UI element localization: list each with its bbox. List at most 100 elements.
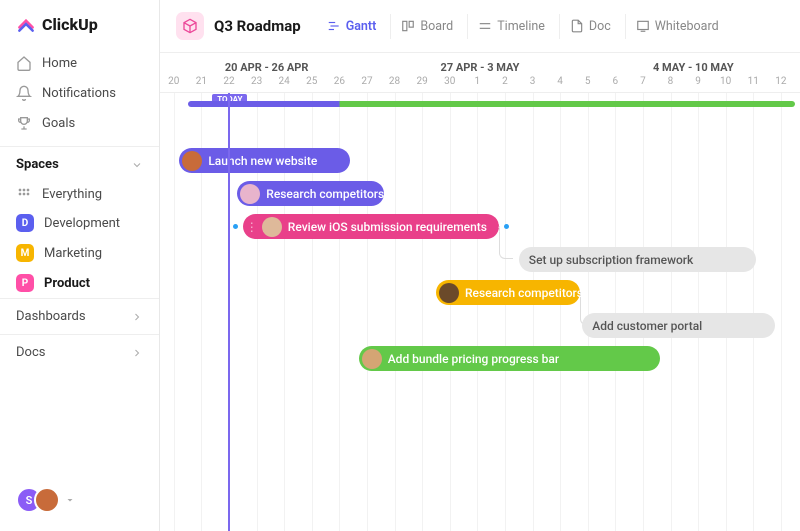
week-label: 4 MAY - 10 MAY bbox=[587, 53, 800, 76]
spaces-header[interactable]: Spaces bbox=[0, 146, 159, 180]
day-label: 8 bbox=[657, 76, 685, 92]
user-avatars[interactable]: S bbox=[0, 487, 159, 531]
brand: ClickUp bbox=[0, 0, 159, 44]
page-title: Q3 Roadmap bbox=[214, 17, 301, 35]
cube-icon bbox=[176, 12, 204, 40]
task-label: Add customer portal bbox=[592, 319, 702, 333]
doc-icon bbox=[570, 19, 584, 33]
dependency-dot[interactable] bbox=[233, 224, 238, 229]
nav-notifications-label: Notifications bbox=[42, 86, 116, 101]
home-icon bbox=[16, 55, 32, 71]
spaces-header-label: Spaces bbox=[16, 157, 59, 172]
avatar[interactable] bbox=[34, 487, 60, 513]
today-line bbox=[228, 93, 230, 531]
task-bar[interactable]: Add customer portal bbox=[582, 313, 775, 338]
nav-goals-label: Goals bbox=[42, 116, 75, 131]
day-label: 6 bbox=[602, 76, 630, 92]
space-marketing[interactable]: M Marketing bbox=[0, 238, 159, 268]
task-label: Launch new website bbox=[208, 154, 317, 168]
task-label: Review iOS submission requirements bbox=[288, 220, 487, 234]
space-label: Development bbox=[44, 216, 120, 231]
chevron-down-icon bbox=[131, 159, 143, 171]
space-label: Marketing bbox=[44, 246, 102, 261]
nav-docs[interactable]: Docs bbox=[0, 334, 159, 370]
day-label: 1 bbox=[464, 76, 492, 92]
nav-home-label: Home bbox=[42, 56, 77, 71]
task-bar[interactable]: Research competitors bbox=[436, 280, 580, 305]
assignee-avatar bbox=[182, 151, 202, 171]
space-product[interactable]: P Product bbox=[0, 268, 159, 298]
task-label: Research competitors bbox=[465, 286, 583, 300]
nav-goals[interactable]: Goals bbox=[0, 108, 159, 138]
board-icon bbox=[401, 19, 415, 33]
assignee-avatar bbox=[240, 184, 260, 204]
day-label: 12 bbox=[767, 76, 795, 92]
day-label: 2 bbox=[491, 76, 519, 92]
tab-board[interactable]: Board bbox=[390, 14, 463, 39]
space-label: Product bbox=[44, 276, 90, 291]
brand-name: ClickUp bbox=[42, 15, 98, 34]
day-label: 10 bbox=[712, 76, 740, 92]
nav-notifications[interactable]: Notifications bbox=[0, 78, 159, 108]
day-label: 30 bbox=[436, 76, 464, 92]
task-label: Add bundle pricing progress bar bbox=[388, 352, 559, 366]
timeline-icon bbox=[478, 19, 492, 33]
day-label: 3 bbox=[519, 76, 547, 92]
caret-down-icon[interactable] bbox=[64, 494, 76, 506]
task-label: Research competitors bbox=[266, 187, 384, 201]
task-bar[interactable]: ⋮⋮ Review iOS submission requirements ⋮⋮ bbox=[243, 214, 500, 239]
space-development[interactable]: D Development bbox=[0, 208, 159, 238]
space-everything-label: Everything bbox=[42, 187, 102, 202]
nav-dashboards-label: Dashboards bbox=[16, 309, 86, 324]
day-label: 9 bbox=[684, 76, 712, 92]
task-bar[interactable]: Research competitors bbox=[237, 181, 383, 206]
day-label: 5 bbox=[574, 76, 602, 92]
gantt-chart[interactable]: Launch new website Research competitors ⋮⋮… bbox=[160, 93, 800, 531]
day-label: 22 bbox=[215, 76, 243, 92]
day-label: 20 bbox=[160, 76, 188, 92]
gantt-icon bbox=[327, 19, 341, 33]
day-label: 24 bbox=[270, 76, 298, 92]
whiteboard-icon bbox=[636, 19, 650, 33]
drag-grip-icon[interactable]: ⋮⋮ bbox=[493, 220, 503, 234]
day-label: 26 bbox=[326, 76, 354, 92]
day-label: 27 bbox=[353, 76, 381, 92]
tab-gantt[interactable]: Gantt bbox=[317, 14, 387, 39]
task-label: Set up subscription framework bbox=[529, 253, 694, 267]
chevron-right-icon bbox=[131, 311, 143, 323]
day-label: 21 bbox=[188, 76, 216, 92]
day-label: 11 bbox=[739, 76, 767, 92]
tab-timeline[interactable]: Timeline bbox=[467, 14, 555, 39]
bell-icon bbox=[16, 85, 32, 101]
clickup-logo-icon bbox=[16, 14, 36, 34]
nav-docs-label: Docs bbox=[16, 345, 45, 360]
task-bar[interactable]: Launch new website bbox=[179, 148, 350, 173]
drag-grip-icon[interactable]: ⋮⋮ bbox=[246, 220, 256, 234]
day-label: 23 bbox=[243, 76, 271, 92]
week-label: 27 APR - 3 MAY bbox=[373, 53, 586, 76]
grid-icon bbox=[16, 186, 32, 202]
timeline-header: 20 APR - 26 APR27 APR - 3 MAY4 MAY - 10 … bbox=[160, 53, 800, 93]
task-bar[interactable]: Add bundle pricing progress bar bbox=[359, 346, 660, 371]
day-label: 28 bbox=[381, 76, 409, 92]
space-everything[interactable]: Everything bbox=[0, 180, 159, 208]
space-badge: D bbox=[16, 214, 34, 232]
day-label: 7 bbox=[629, 76, 657, 92]
chevron-right-icon bbox=[131, 347, 143, 359]
tab-whiteboard[interactable]: Whiteboard bbox=[625, 14, 729, 39]
assignee-avatar bbox=[362, 349, 382, 369]
nav-home[interactable]: Home bbox=[0, 48, 159, 78]
day-label: 29 bbox=[408, 76, 436, 92]
day-label: 4 bbox=[546, 76, 574, 92]
space-badge: P bbox=[16, 274, 34, 292]
day-label: 25 bbox=[298, 76, 326, 92]
space-badge: M bbox=[16, 244, 34, 262]
summary-bar[interactable] bbox=[188, 101, 795, 107]
assignee-avatar bbox=[439, 283, 459, 303]
trophy-icon bbox=[16, 115, 32, 131]
task-bar[interactable]: Set up subscription framework bbox=[519, 247, 756, 272]
assignee-avatar bbox=[262, 217, 282, 237]
tab-doc[interactable]: Doc bbox=[559, 14, 621, 39]
week-label: 20 APR - 26 APR bbox=[160, 53, 373, 76]
nav-dashboards[interactable]: Dashboards bbox=[0, 298, 159, 334]
